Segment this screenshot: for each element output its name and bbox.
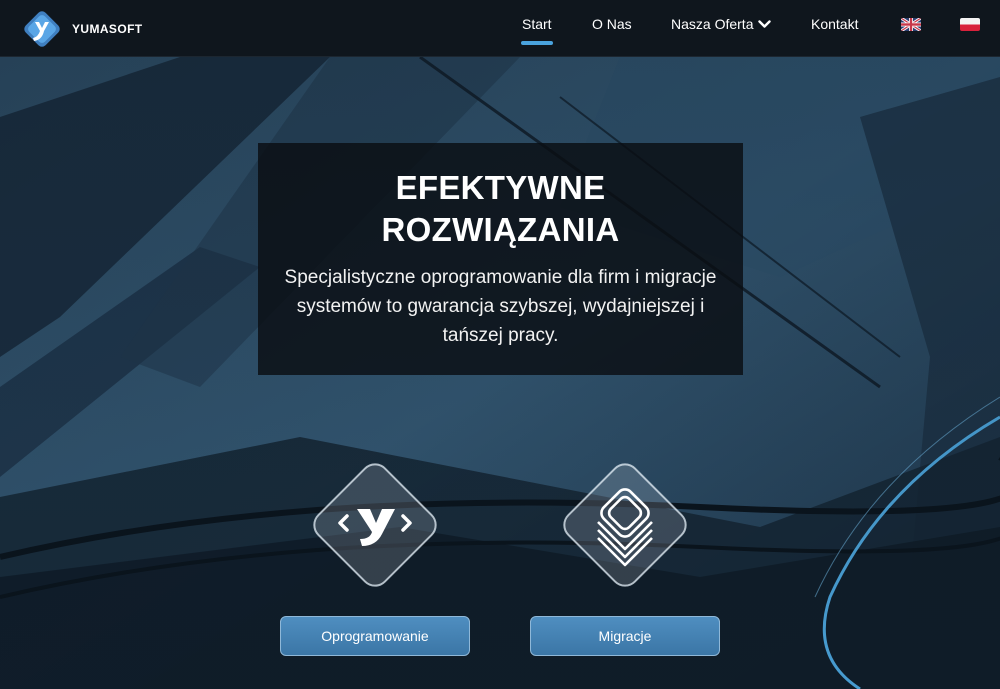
nav-start-label: Start bbox=[522, 16, 552, 32]
nav-kontakt-label: Kontakt bbox=[811, 16, 859, 32]
brand-name: YUMASOFT bbox=[72, 22, 143, 36]
stacked-layers-icon bbox=[563, 463, 687, 587]
hero-title: EFEKTYWNE ROZWIĄZANIA bbox=[381, 169, 620, 248]
migration-button-label: Migracje bbox=[598, 628, 652, 644]
hero-subtitle: Specjalistyczne oprogramowanie dla firm … bbox=[284, 267, 717, 346]
hero-headline-box: EFEKTYWNE ROZWIĄZANIA Specjalistyczne op… bbox=[258, 143, 743, 375]
nav-kontakt[interactable]: Kontakt bbox=[811, 16, 858, 32]
nav-nasza-oferta[interactable]: Nasza Oferta bbox=[671, 16, 772, 32]
migration-button[interactable]: Migracje bbox=[530, 616, 720, 656]
migration-tile[interactable] bbox=[550, 450, 700, 600]
code-brackets-y-icon bbox=[313, 463, 437, 587]
nav-o-nas[interactable]: O Nas bbox=[592, 16, 632, 32]
nav-nasza-oferta-label: Nasza Oferta bbox=[671, 16, 754, 32]
uk-flag-icon[interactable] bbox=[901, 18, 921, 31]
software-button-label: Oprogramowanie bbox=[321, 628, 429, 644]
software-button[interactable]: Oprogramowanie bbox=[280, 616, 470, 656]
nav-start[interactable]: Start bbox=[521, 16, 553, 45]
software-tile[interactable] bbox=[300, 450, 450, 600]
top-navbar: YUMASOFT Start O Nas Nasza Oferta Kontak… bbox=[0, 0, 1000, 57]
nav-o-nas-label: O Nas bbox=[592, 16, 632, 32]
chevron-down-icon bbox=[758, 19, 772, 28]
yumasoft-logo-icon bbox=[24, 11, 60, 47]
pl-flag-icon[interactable] bbox=[960, 18, 980, 31]
brand-logo[interactable]: YUMASOFT bbox=[20, 9, 143, 49]
